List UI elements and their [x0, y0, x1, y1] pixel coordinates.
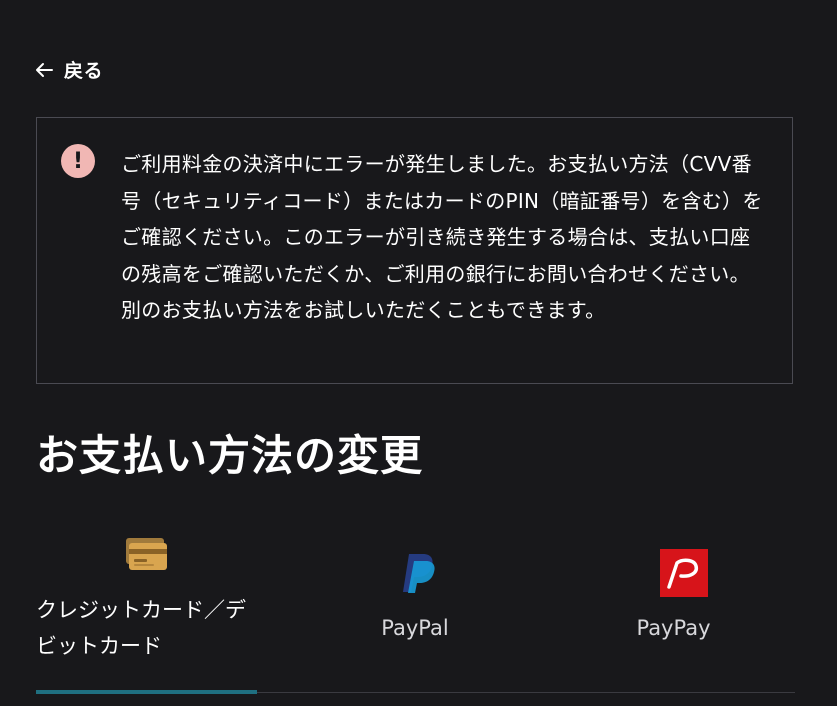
- error-alert: ! ご利用料金の決済中にエラーが発生しました。お支払い方法（CVV番号（セキュリ…: [36, 117, 793, 384]
- tab-credit-card[interactable]: クレジットカード／デビットカード: [36, 530, 257, 694]
- active-tab-indicator: [36, 690, 257, 694]
- paypay-icon: [660, 549, 708, 597]
- tab-paypal-label: PayPal: [381, 616, 449, 640]
- paypal-icon: [403, 554, 435, 593]
- page-title: お支払い方法の変更: [36, 431, 424, 480]
- page: 戻る ! ご利用料金の決済中にエラーが発生しました。お支払い方法（CVV番号（セ…: [0, 0, 837, 706]
- payment-method-tabs: クレジットカード／デビットカード PayPal PayPay: [36, 530, 795, 694]
- arrow-left-icon: [36, 62, 53, 77]
- error-message: ご利用料金の決済中にエラーが発生しました。お支払い方法（CVV番号（セキュリティ…: [121, 152, 763, 322]
- tab-paypay-label: PayPay: [636, 616, 711, 640]
- tab-paypay[interactable]: PayPay: [552, 530, 795, 692]
- back-link[interactable]: 戻る: [34, 56, 103, 83]
- exclamation-icon: !: [61, 144, 95, 178]
- tab-paypal[interactable]: PayPal: [278, 530, 552, 692]
- credit-card-icon: [126, 538, 167, 570]
- tab-credit-card-label: クレジットカード／デビットカード: [36, 598, 246, 658]
- back-label: 戻る: [64, 60, 104, 82]
